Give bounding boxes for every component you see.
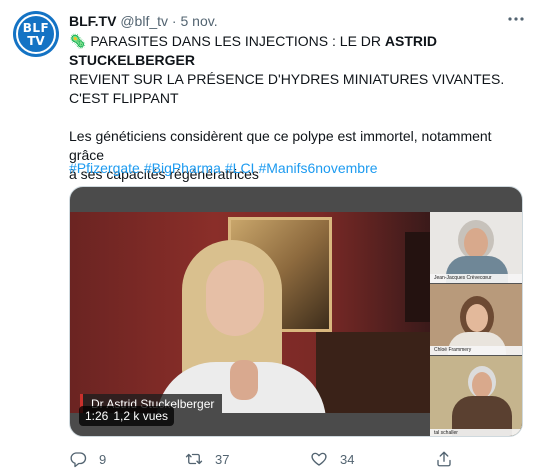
avatar-logo-text-top: BLF: [22, 21, 50, 35]
share-icon: [435, 450, 453, 468]
hashtag-link[interactable]: #BigPharma: [144, 160, 221, 176]
participant-name: Jean-Jacques Crèvecœur: [430, 274, 522, 283]
reply-icon: [69, 450, 87, 468]
video-player[interactable]: Dr Astrid Stuckelberger Jean-Jacques Crè…: [69, 186, 523, 437]
participant-column: Jean-Jacques Crèvecœur Chloé Frammery ta…: [430, 212, 522, 436]
heart-icon: [310, 450, 328, 468]
avatar-logo-text-bottom: TV: [27, 34, 45, 48]
speaker-face: [206, 260, 264, 336]
retweet-button[interactable]: 37: [185, 449, 229, 469]
microbe-emoji: 🦠: [69, 33, 87, 49]
tweet-line-2: REVIENT SUR LA PRÉSENCE D'HYDRES MINIATU…: [69, 71, 505, 87]
tweet-header: BLF.TV @blf_tv · 5 nov.: [69, 12, 218, 30]
action-bar: 9 37 34: [69, 449, 529, 469]
speaker-hand: [230, 360, 258, 400]
timestamp[interactable]: 5 nov.: [180, 13, 217, 29]
tweet-line-1-prefix: PARASITES DANS LES INJECTIONS : LE DR: [90, 33, 385, 49]
separator: ·: [171, 13, 177, 29]
reply-count: 9: [99, 451, 107, 467]
share-button[interactable]: [435, 449, 453, 469]
like-button[interactable]: 34: [310, 449, 354, 469]
like-count: 34: [340, 451, 355, 467]
participant-tile: Chloé Frammery: [430, 284, 522, 355]
retweet-count: 37: [215, 451, 230, 467]
bookshelf: [316, 332, 430, 413]
hashtag-link[interactable]: #Manifs6novembre: [258, 160, 377, 176]
more-icon[interactable]: [505, 12, 527, 30]
retweet-icon: [185, 450, 203, 468]
participant-tile: Jean-Jacques Crèvecœur: [430, 212, 522, 283]
video-duration: 1:26: [85, 409, 109, 423]
participant-tile: tal schaller: [430, 356, 522, 436]
main-video-feed: Dr Astrid Stuckelberger: [70, 212, 430, 413]
hashtag-link[interactable]: #Pfizergate: [69, 160, 140, 176]
user-handle[interactable]: @blf_tv: [120, 13, 168, 29]
hashtag-list: #Pfizergate #BigPharma #LCI #Manifs6novembr…: [69, 159, 382, 178]
reply-button[interactable]: 9: [69, 449, 106, 469]
view-count: 1,2 k vues: [113, 409, 169, 423]
video-duration-badge: 1:26 1,2 k vues: [79, 406, 175, 426]
tweet-line-1: 🦠 PARASITES DANS LES INJECTIONS : LE DR …: [69, 32, 529, 70]
participant-name: tal schaller: [430, 429, 522, 436]
participant-name: Chloé Frammery: [430, 346, 522, 355]
avatar[interactable]: BLF TV: [13, 11, 59, 57]
hashtag-link[interactable]: #LCI: [225, 160, 255, 176]
lamp: [405, 232, 430, 322]
display-name[interactable]: BLF.TV: [69, 13, 116, 29]
tweet-line-3: C'EST FLIPPANT: [69, 90, 179, 106]
